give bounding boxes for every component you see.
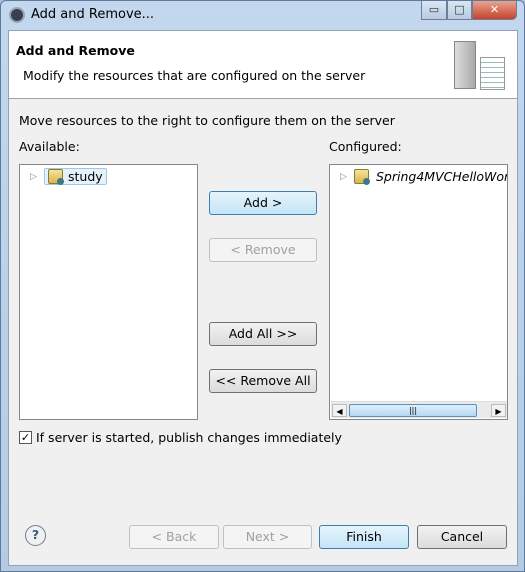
configured-label: Configured: [329, 139, 402, 154]
available-label: Available: [19, 139, 80, 154]
instruction-text: Move resources to the right to configure… [19, 113, 395, 128]
available-list[interactable]: ▷ study [19, 164, 198, 420]
remove-all-button[interactable]: << Remove All [209, 369, 317, 393]
next-button[interactable]: Next > [223, 525, 312, 549]
publish-checkbox[interactable]: ✓ [19, 431, 32, 444]
minimize-button[interactable]: ▭ [421, 1, 447, 20]
title-bar: Add and Remove... ▭ □ ✕ [1, 1, 524, 29]
cancel-button[interactable]: Cancel [417, 525, 507, 549]
scroll-right-button[interactable]: ▶ [491, 404, 506, 417]
eclipse-icon [9, 7, 25, 23]
server-icon [454, 41, 476, 89]
item-label: study [68, 169, 103, 184]
dialog-body: Add and Remove Modify the resources that… [8, 30, 518, 566]
document-icon [480, 57, 505, 90]
horizontal-scrollbar[interactable]: ◀ ||| ▶ [331, 401, 507, 418]
project-icon [48, 169, 64, 185]
scroll-left-button[interactable]: ◀ [332, 404, 347, 417]
page-description: Modify the resources that are configured… [23, 68, 366, 83]
scroll-thumb[interactable]: ||| [349, 404, 477, 417]
expand-icon[interactable]: ▷ [340, 172, 350, 182]
maximize-button[interactable]: □ [447, 1, 472, 20]
expand-icon[interactable]: ▷ [30, 172, 40, 182]
add-button[interactable]: Add > [209, 191, 317, 215]
remove-button[interactable]: < Remove [209, 238, 317, 262]
finish-button[interactable]: Finish [319, 525, 409, 549]
help-icon[interactable]: ? [25, 525, 46, 546]
publish-checkbox-label: If server is started, publish changes im… [36, 430, 342, 445]
close-button[interactable]: ✕ [472, 1, 517, 20]
configured-list[interactable]: ▷ Spring4MVCHelloWorld ◀ ||| ▶ [329, 164, 508, 420]
list-item[interactable]: ▷ Spring4MVCHelloWorld [340, 169, 508, 185]
window-title: Add and Remove... [31, 7, 155, 22]
list-item[interactable]: ▷ study [30, 168, 107, 185]
page-title: Add and Remove [16, 43, 135, 58]
dialog-window: Add and Remove... ▭ □ ✕ Add and Remove M… [0, 0, 525, 572]
back-button[interactable]: < Back [129, 525, 219, 549]
add-all-button[interactable]: Add All >> [209, 322, 317, 346]
item-label: Spring4MVCHelloWorld [376, 169, 508, 184]
project-icon [354, 169, 370, 185]
dialog-header: Add and Remove Modify the resources that… [9, 31, 517, 99]
